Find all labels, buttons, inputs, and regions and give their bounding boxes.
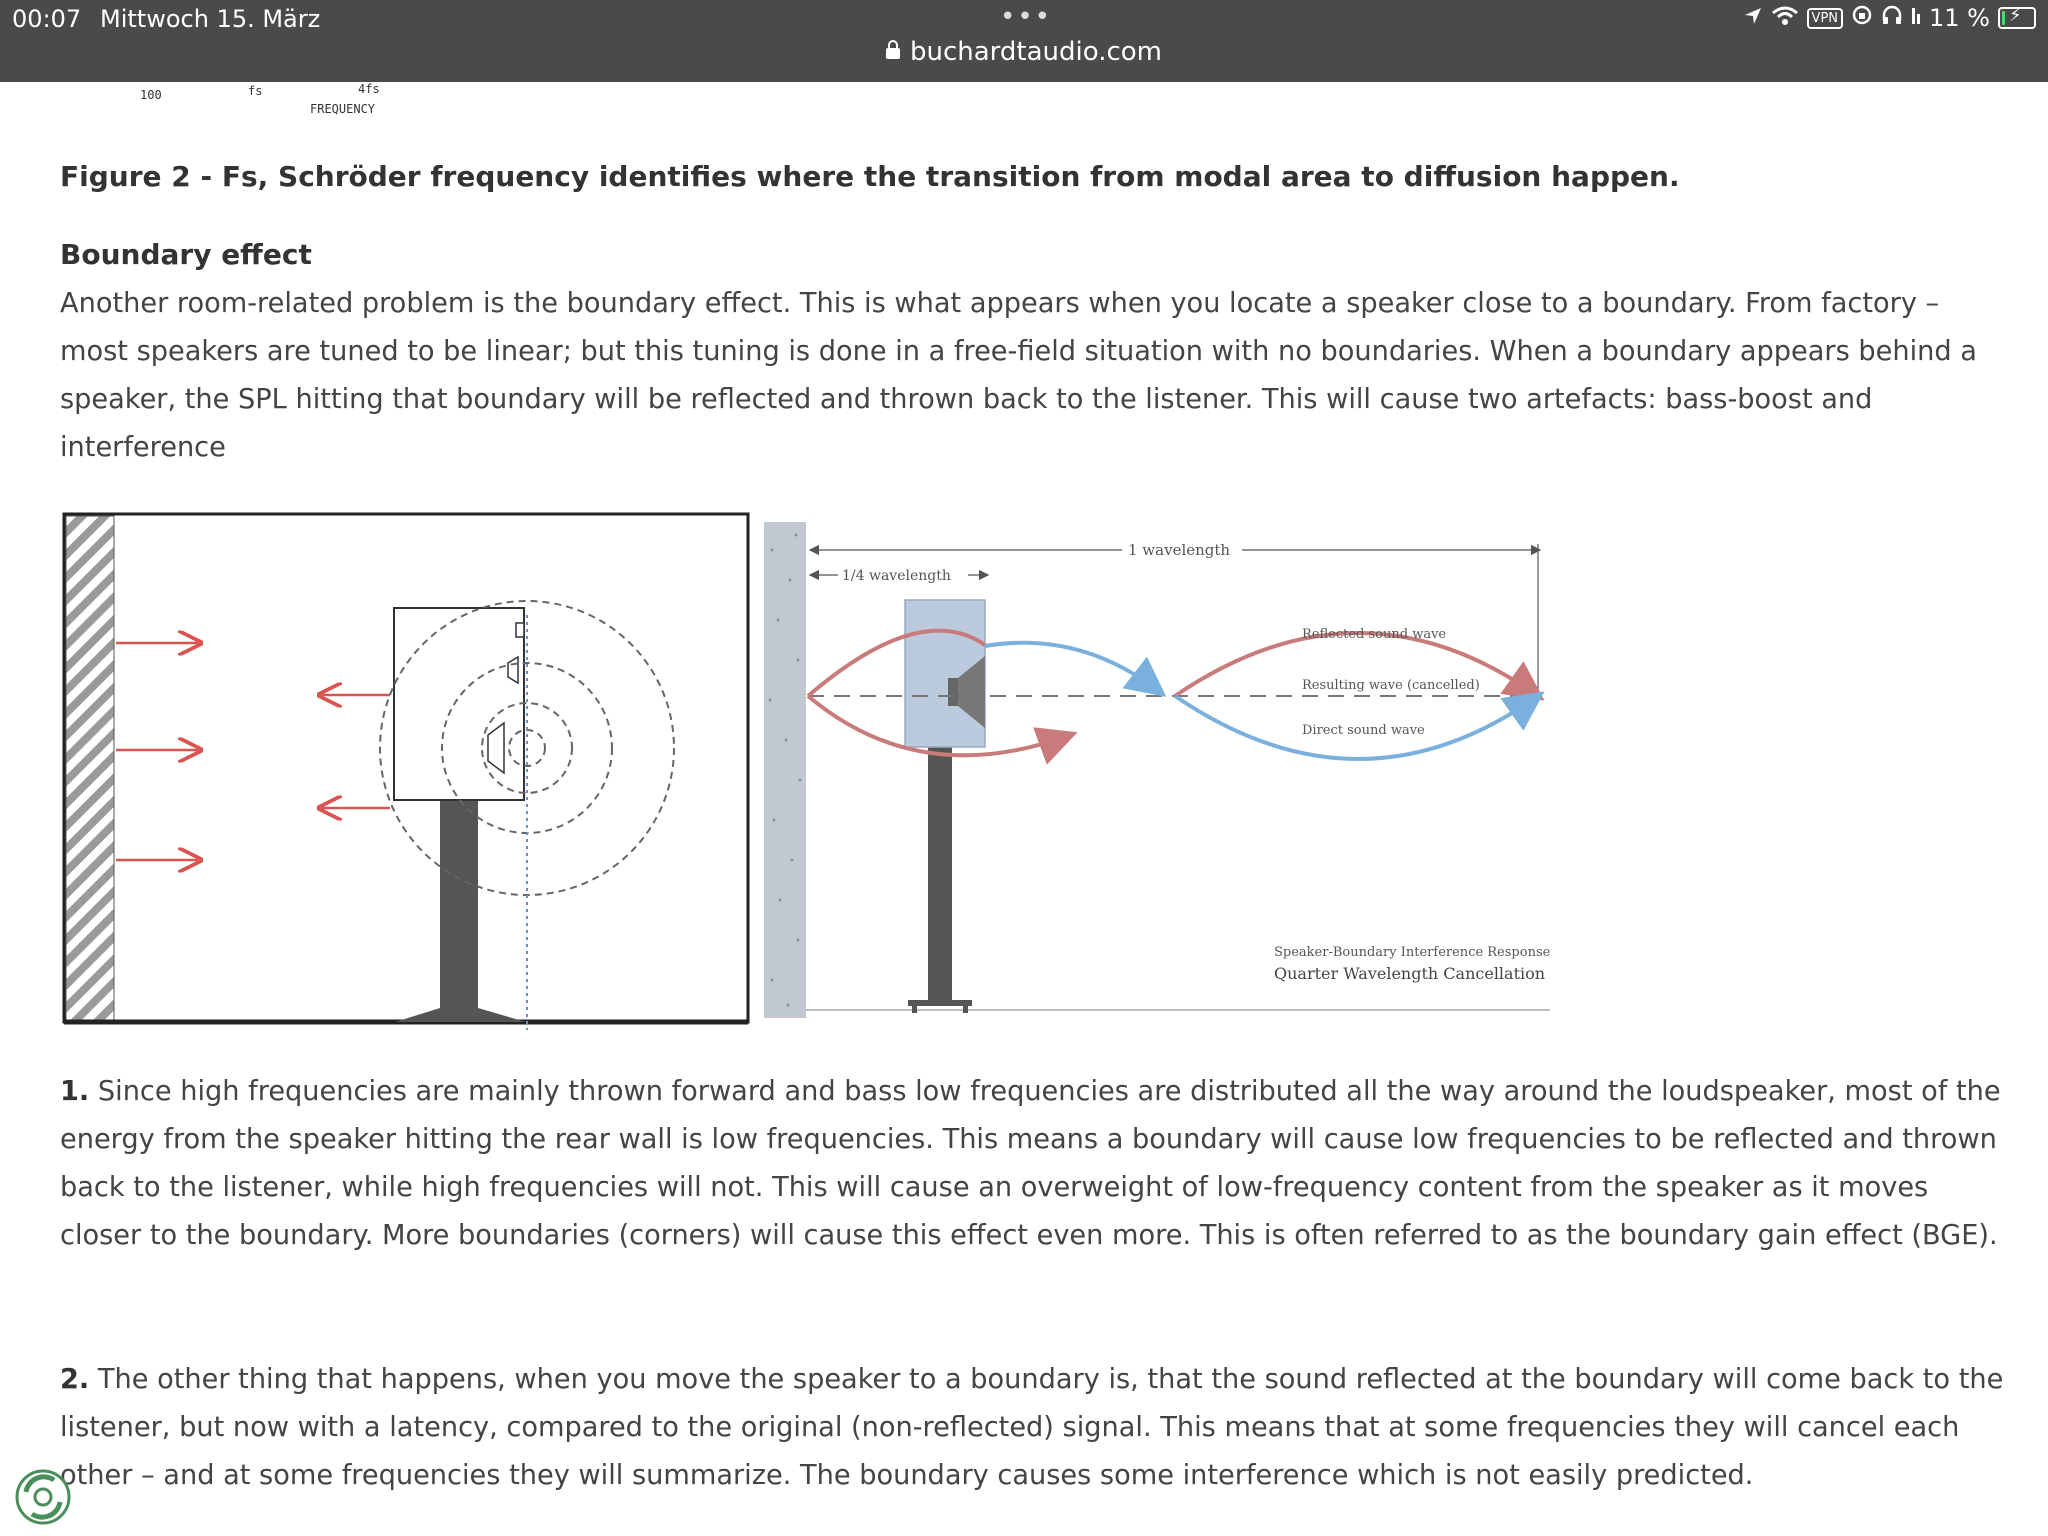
status-icons: VPN 11 % ⚡	[1743, 4, 2036, 32]
left-panel	[62, 512, 750, 1030]
multitask-dots-icon[interactable]: •••	[1000, 2, 1052, 32]
orientation-lock-icon	[1851, 4, 1873, 32]
figure-2-caption: Figure 2 - Fs, Schröder frequency identi…	[60, 160, 1680, 193]
intro-paragraph: Another room-related problem is the boun…	[60, 288, 1977, 463]
boundary-effect-figure: 1 wavelength 1/4 wavelength Reflected so…	[60, 510, 1560, 1030]
section-heading: Boundary effect	[60, 238, 312, 271]
stand-foot	[912, 1005, 917, 1013]
lock-icon	[885, 40, 900, 59]
point-number: 1.	[60, 1076, 90, 1107]
diagram-title: Quarter Wavelength Cancellation	[1274, 964, 1545, 983]
point-text: The other thing that happens, when you m…	[60, 1364, 2004, 1491]
url-text: buchardtaudio.com	[909, 37, 1162, 67]
right-panel: 1 wavelength 1/4 wavelength Reflected so…	[764, 522, 1551, 1018]
direct-wave-label: Direct sound wave	[1302, 723, 1425, 738]
address-bar[interactable]: buchardtaudio.com	[0, 37, 2048, 67]
status-time: 00:07	[12, 5, 82, 33]
point-text: Since high frequencies are mainly thrown…	[60, 1076, 2001, 1251]
axis-label-frequency: FREQUENCY	[310, 102, 376, 116]
point-number: 2.	[60, 1364, 90, 1395]
diagram-subtitle: Speaker-Boundary Interference Response	[1274, 945, 1551, 960]
speaker-port	[515, 622, 525, 638]
previous-figure-axis: 100 fs 4fs FREQUENCY	[120, 82, 440, 122]
axis-tick-100: 100	[140, 88, 162, 102]
axis-tick-4fs: 4fs	[358, 82, 380, 96]
quarter-wavelength-label: 1/4 wavelength	[842, 568, 951, 584]
battery-icon: ⚡	[1998, 5, 2036, 29]
speaker-stand-pole	[440, 800, 478, 1008]
boundary-diagram-svg: 1 wavelength 1/4 wavelength Reflected so…	[62, 512, 1551, 1030]
concrete-wall	[764, 522, 806, 1018]
direct-wave	[984, 640, 1167, 697]
vpn-badge: VPN	[1806, 7, 1844, 29]
headphones-icon	[1881, 4, 1903, 32]
browser-top-bar: 00:07 Mittwoch 15. März ••• VPN 11 % ⚡ b…	[0, 0, 2048, 82]
point-1: 1. Since high frequencies are mainly thr…	[60, 1068, 2005, 1260]
point-2: 2. The other thing that happens, when yo…	[60, 1356, 2005, 1500]
battery-level-fill	[2002, 11, 2005, 25]
right-speaker-stand	[928, 747, 952, 1002]
reflected-wave-label: Reflected sound wave	[1302, 627, 1446, 642]
driver-magnet	[948, 678, 958, 706]
right-stand-base	[908, 1000, 972, 1006]
hatched-wall	[65, 515, 115, 1021]
battery-percent: 11 %	[1929, 4, 1990, 32]
signal-icon	[1911, 4, 1921, 32]
reader-mode-icon[interactable]	[14, 1468, 72, 1526]
status-date: Mittwoch 15. März	[100, 5, 321, 33]
wifi-icon	[1771, 4, 1799, 32]
location-icon	[1743, 4, 1763, 32]
resulting-wave-label: Resulting wave (cancelled)	[1302, 678, 1480, 693]
stand-foot	[963, 1005, 968, 1013]
axis-tick-fs: fs	[248, 84, 263, 98]
one-wavelength-label: 1 wavelength	[1128, 541, 1230, 559]
charging-bolt-icon: ⚡	[2009, 5, 2022, 26]
